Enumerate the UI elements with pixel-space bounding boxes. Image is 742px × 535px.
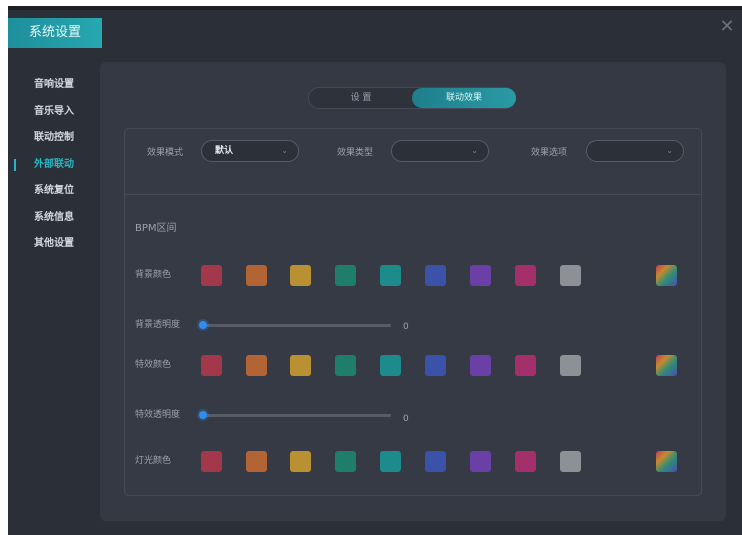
background-opacity-value: 0	[403, 322, 409, 332]
color-swatch[interactable]	[515, 265, 536, 286]
effect-opacity-label: 特效透明度	[135, 410, 181, 420]
color-swatch[interactable]	[515, 451, 536, 472]
color-swatch[interactable]	[290, 355, 311, 376]
color-swatch[interactable]	[335, 451, 356, 472]
color-swatch[interactable]	[246, 265, 267, 286]
color-swatch[interactable]	[560, 451, 581, 472]
color-swatch[interactable]	[425, 355, 446, 376]
content-panel: 设 置 联动效果 效果模式 默认 ⌄ 效果类型 ⌄ 效果选项 ⌄ BPM区间 背…	[100, 62, 726, 521]
effects-card: 效果模式 默认 ⌄ 效果类型 ⌄ 效果选项 ⌄ BPM区间 背景颜色 背景透明度…	[124, 128, 702, 496]
color-swatch[interactable]	[335, 265, 356, 286]
color-swatch[interactable]	[656, 265, 677, 286]
color-swatch[interactable]	[290, 265, 311, 286]
color-swatch[interactable]	[425, 265, 446, 286]
background-opacity-slider[interactable]	[203, 324, 391, 327]
sidebar-nav: 音响设置 音乐导入 联动控制 外部联动 系统复位 系统信息 其他设置	[8, 72, 98, 258]
color-swatch[interactable]	[470, 451, 491, 472]
sidebar-item-system-reset[interactable]: 系统复位	[8, 178, 98, 205]
color-swatch[interactable]	[380, 355, 401, 376]
window-title: 系统设置	[8, 18, 102, 48]
color-swatch[interactable]	[201, 265, 222, 286]
sidebar-item-music-import[interactable]: 音乐导入	[8, 99, 98, 126]
background-color-label: 背景颜色	[135, 270, 172, 280]
color-swatch[interactable]	[560, 355, 581, 376]
color-swatch[interactable]	[335, 355, 356, 376]
effect-type-select[interactable]: ⌄	[391, 140, 489, 162]
sidebar-item-system-info[interactable]: 系统信息	[8, 205, 98, 232]
background-opacity-handle[interactable]	[199, 321, 207, 329]
chevron-down-icon: ⌄	[471, 146, 478, 155]
sidebar-item-linkage-control[interactable]: 联动控制	[8, 125, 98, 152]
color-swatch[interactable]	[656, 355, 677, 376]
chevron-down-icon: ⌄	[666, 146, 673, 155]
color-swatch[interactable]	[201, 355, 222, 376]
color-swatch[interactable]	[515, 355, 536, 376]
sidebar-item-other-settings[interactable]: 其他设置	[8, 231, 98, 258]
light-color-label: 灯光颜色	[135, 456, 172, 466]
sidebar-item-audio[interactable]: 音响设置	[8, 72, 98, 99]
bpm-range-label: BPM区间	[135, 223, 177, 234]
color-swatch[interactable]	[246, 355, 267, 376]
color-swatch[interactable]	[380, 265, 401, 286]
close-icon[interactable]: ✕	[718, 18, 736, 36]
color-swatch[interactable]	[246, 451, 267, 472]
effect-option-label: 效果选项	[531, 148, 568, 158]
color-swatch[interactable]	[560, 265, 581, 286]
filter-row: 效果模式 默认 ⌄ 效果类型 ⌄ 效果选项 ⌄	[125, 129, 701, 195]
color-swatch[interactable]	[470, 355, 491, 376]
color-swatch[interactable]	[290, 451, 311, 472]
effect-type-label: 效果类型	[337, 148, 374, 158]
effect-color-label: 特效颜色	[135, 360, 172, 370]
effect-mode-value: 默认	[215, 146, 234, 156]
background-opacity-label: 背景透明度	[135, 320, 181, 330]
tab-linkage-effects[interactable]: 联动效果	[412, 88, 516, 108]
effect-mode-select[interactable]: 默认 ⌄	[201, 140, 299, 162]
effect-opacity-slider[interactable]	[203, 414, 391, 417]
color-swatch[interactable]	[656, 451, 677, 472]
effect-mode-label: 效果模式	[147, 148, 184, 158]
color-swatch[interactable]	[470, 265, 491, 286]
effect-option-select[interactable]: ⌄	[586, 140, 684, 162]
effect-opacity-handle[interactable]	[199, 411, 207, 419]
effect-opacity-value: 0	[403, 414, 409, 424]
color-swatch[interactable]	[425, 451, 446, 472]
settings-window: 系统设置 ✕ 音响设置 音乐导入 联动控制 外部联动 系统复位 系统信息 其他设…	[8, 6, 742, 535]
tab-settings[interactable]: 设 置	[309, 88, 413, 108]
sidebar-item-external-linkage[interactable]: 外部联动	[8, 152, 98, 179]
chevron-down-icon: ⌄	[281, 146, 288, 155]
tab-switch: 设 置 联动效果	[308, 87, 516, 109]
color-swatch[interactable]	[380, 451, 401, 472]
color-swatch[interactable]	[201, 451, 222, 472]
